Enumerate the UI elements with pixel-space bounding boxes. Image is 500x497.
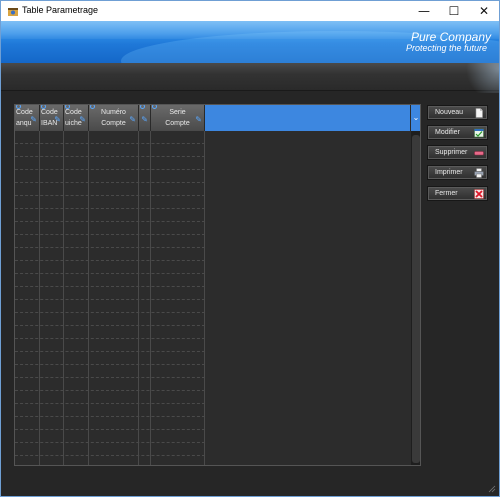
column-header-unnamed[interactable]: ✎ xyxy=(139,105,151,131)
column-divider xyxy=(204,131,205,465)
new-document-icon xyxy=(475,108,483,118)
title-bar[interactable]: Table Parametrage — ☐ ✕ xyxy=(1,1,499,21)
toolbar-strip xyxy=(1,63,499,91)
company-tagline: Protecting the future xyxy=(405,43,487,53)
table-row[interactable] xyxy=(15,183,205,196)
minimize-icon: — xyxy=(418,4,430,18)
table-row[interactable] xyxy=(15,404,205,417)
table-row[interactable] xyxy=(15,196,205,209)
fermer-label: Fermer xyxy=(435,190,458,197)
nouveau-button[interactable]: Nouveau xyxy=(427,105,488,120)
eraser-icon xyxy=(474,151,484,156)
table-row[interactable] xyxy=(15,339,205,352)
table-row[interactable] xyxy=(15,443,205,456)
table-row[interactable] xyxy=(15,144,205,157)
column-divider xyxy=(150,131,151,465)
table-row[interactable] xyxy=(15,157,205,170)
table-row[interactable] xyxy=(15,235,205,248)
resize-grip-icon[interactable] xyxy=(488,485,496,493)
maximize-icon: ☐ xyxy=(448,4,460,18)
table-row[interactable] xyxy=(15,261,205,274)
imprimer-label: Imprimer xyxy=(435,169,463,176)
table-row[interactable] xyxy=(15,430,205,443)
table-row[interactable] xyxy=(15,287,205,300)
modifier-label: Modifier xyxy=(435,129,460,136)
close-x-icon xyxy=(474,189,484,199)
column-header-serie-compte[interactable]: Serie Compte ✎ xyxy=(151,105,205,131)
printer-icon xyxy=(474,168,484,178)
scrollbar-thumb[interactable] xyxy=(412,135,420,463)
modifier-button[interactable]: Modifier xyxy=(427,125,488,140)
table-row[interactable] xyxy=(15,365,205,378)
table-row[interactable] xyxy=(15,326,205,339)
table-row[interactable] xyxy=(15,248,205,261)
double-chevron-down-icon[interactable]: ⌄ xyxy=(411,105,420,131)
table-row[interactable] xyxy=(15,456,205,465)
column-header-code-iban[interactable]: Code IBAN ✎ xyxy=(40,105,64,131)
column-header-code-banque[interactable]: Code anqu ✎ xyxy=(15,105,40,131)
maximize-button[interactable]: ☐ xyxy=(439,1,469,21)
supprimer-button[interactable]: Supprimer xyxy=(427,145,488,160)
window-title: Table Parametrage xyxy=(22,5,99,15)
minimize-button[interactable]: — xyxy=(409,1,439,21)
column-header-code-guichet[interactable]: Code uiche ✎ xyxy=(64,105,89,131)
app-icon xyxy=(8,8,18,16)
table-row[interactable] xyxy=(15,391,205,404)
column-divider xyxy=(88,131,89,465)
edit-icon xyxy=(474,128,484,138)
filter-icon[interactable]: ✎ xyxy=(129,114,136,125)
table-row[interactable] xyxy=(15,274,205,287)
table-row[interactable] xyxy=(15,417,205,430)
data-grid[interactable]: Code anqu ✎ Code IBAN ✎ Code uiche ✎ Num… xyxy=(14,104,421,466)
close-button[interactable]: ✕ xyxy=(469,1,499,21)
pin-icon xyxy=(140,105,145,109)
grid-body[interactable] xyxy=(15,131,205,465)
main-window: Table Parametrage — ☐ ✕ Pure Company Pro… xyxy=(0,0,500,497)
imprimer-button[interactable]: Imprimer xyxy=(427,165,488,180)
table-row[interactable] xyxy=(15,352,205,365)
table-row[interactable] xyxy=(15,209,205,222)
nouveau-label: Nouveau xyxy=(435,109,464,116)
filter-icon[interactable]: ✎ xyxy=(141,114,148,125)
company-name: Pure Company xyxy=(410,30,491,44)
fermer-button[interactable]: Fermer xyxy=(427,186,488,201)
column-divider xyxy=(138,131,139,465)
column-divider xyxy=(63,131,64,465)
table-row[interactable] xyxy=(15,131,205,144)
filter-icon[interactable]: ✎ xyxy=(54,114,61,125)
supprimer-label: Supprimer xyxy=(435,149,468,156)
table-row[interactable] xyxy=(15,300,205,313)
column-header-numero-compte[interactable]: Numéro Compte ✎ xyxy=(89,105,139,131)
filter-icon[interactable]: ✎ xyxy=(195,114,202,125)
corner-glow xyxy=(459,63,499,93)
table-row[interactable] xyxy=(15,170,205,183)
close-icon: ✕ xyxy=(478,4,490,18)
filter-icon[interactable]: ✎ xyxy=(79,114,86,125)
filter-icon[interactable]: ✎ xyxy=(30,114,37,125)
column-divider xyxy=(39,131,40,465)
table-row[interactable] xyxy=(15,313,205,326)
table-row[interactable] xyxy=(15,378,205,391)
grid-header-fill xyxy=(205,105,410,131)
table-row[interactable] xyxy=(15,222,205,235)
